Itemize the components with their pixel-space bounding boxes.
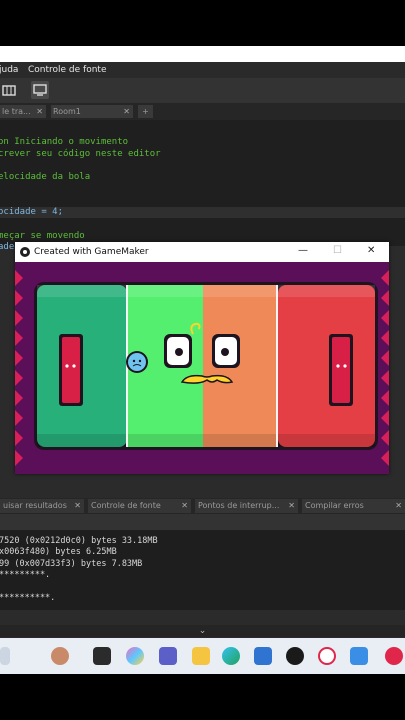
monitor-icon[interactable]: [31, 81, 49, 99]
output-console[interactable]: 7520 (0x0212d0c0) bytes 33.18MB x0063f48…: [0, 530, 405, 610]
taskbar: [0, 638, 405, 674]
tab-event[interactable]: le tra... ✕: [0, 105, 46, 118]
output-toolbar: [0, 514, 405, 530]
close-icon[interactable]: ✕: [123, 105, 130, 118]
code-line: crever seu código neste editor: [0, 149, 161, 159]
build-icon[interactable]: [0, 81, 18, 99]
output-line: *********.: [0, 570, 51, 580]
menu-bar: juda Controle de fonte: [0, 62, 405, 78]
code-line: ocidade = 4;: [0, 207, 64, 217]
files-icon[interactable]: [192, 647, 210, 665]
toolbar: [0, 78, 405, 103]
copilot-icon[interactable]: [126, 647, 144, 665]
store-icon[interactable]: [254, 647, 272, 665]
opera-icon[interactable]: [318, 647, 336, 665]
output-tab-bar: uisar resultados ✕ Controle de fonte ✕ P…: [0, 498, 405, 514]
right-paddle: [329, 334, 353, 406]
code-line: elocidade da bola: [0, 172, 91, 182]
edge-icon[interactable]: [222, 647, 240, 665]
close-icon[interactable]: ✕: [181, 499, 188, 513]
code-line: meçar se movendo: [0, 231, 85, 241]
chat-icon[interactable]: [350, 647, 368, 665]
teams-icon[interactable]: [159, 647, 177, 665]
tab-compile-errors[interactable]: Compilar erros ✕: [302, 499, 405, 513]
close-icon[interactable]: ✕: [74, 499, 81, 513]
tab-label: Compilar erros: [305, 501, 364, 510]
right-spikes: [381, 270, 389, 466]
tab-label: uisar resultados: [3, 501, 67, 510]
ball: [126, 351, 148, 373]
menu-item-help[interactable]: juda: [0, 65, 18, 75]
code-line: on Iniciando o movimento: [0, 137, 129, 147]
tab-source-control[interactable]: Controle de fonte ✕: [88, 499, 191, 513]
tab-label: Controle de fonte: [91, 501, 161, 510]
top-band: [0, 46, 405, 62]
output-line: **********.: [0, 593, 56, 603]
desktop-screen: juda Controle de fonte le tra... ✕ Room1…: [0, 46, 405, 674]
add-tab-button[interactable]: +: [138, 105, 153, 118]
left-paddle: [59, 334, 83, 406]
maximize-button[interactable]: ☐: [333, 245, 342, 256]
left-spikes: [15, 270, 23, 466]
panel-toggle-button[interactable]: ⌄: [0, 625, 405, 637]
close-icon[interactable]: ✕: [395, 499, 402, 513]
code-line: ade: [0, 242, 15, 252]
avatar-icon[interactable]: [51, 647, 69, 665]
game-canvas[interactable]: [15, 262, 389, 474]
terminal-icon[interactable]: [93, 647, 111, 665]
gamemaker-icon[interactable]: [385, 647, 403, 665]
game-window-titlebar[interactable]: Created with GameMaker — ☐ ✕: [15, 242, 389, 262]
close-icon[interactable]: ✕: [36, 105, 43, 118]
dell-icon[interactable]: [286, 647, 304, 665]
editor-tab-bar: le tra... ✕ Room1 ✕ +: [0, 103, 405, 120]
game-window[interactable]: Created with GameMaker — ☐ ✕: [15, 242, 389, 474]
tab-label: Pontos de interrup...: [198, 501, 280, 510]
gamemaker-icon: [20, 247, 30, 257]
minimize-button[interactable]: —: [298, 245, 308, 256]
menu-item-source-control[interactable]: Controle de fonte: [28, 65, 107, 75]
code-editor[interactable]: on Iniciando o movimento crever seu códi…: [0, 120, 405, 252]
tab-breakpoints[interactable]: Pontos de interrup... ✕: [195, 499, 298, 513]
close-button[interactable]: ✕: [367, 245, 375, 256]
tab-search-results[interactable]: uisar resultados ✕: [0, 499, 84, 513]
court: [34, 282, 378, 450]
tab-label: le tra...: [2, 107, 31, 116]
output-line: x0063f480) bytes 6.25MB: [0, 547, 117, 557]
output-line: 99 (0x007d33f3) bytes 7.83MB: [0, 559, 143, 569]
game-window-title: Created with GameMaker: [34, 247, 149, 257]
output-line: 7520 (0x0212d0c0) bytes 33.18MB: [0, 536, 158, 546]
tab-label: Room1: [53, 107, 81, 116]
tab-room1[interactable]: Room1 ✕: [51, 105, 133, 118]
search-box[interactable]: [0, 647, 10, 665]
close-icon[interactable]: ✕: [288, 499, 295, 513]
